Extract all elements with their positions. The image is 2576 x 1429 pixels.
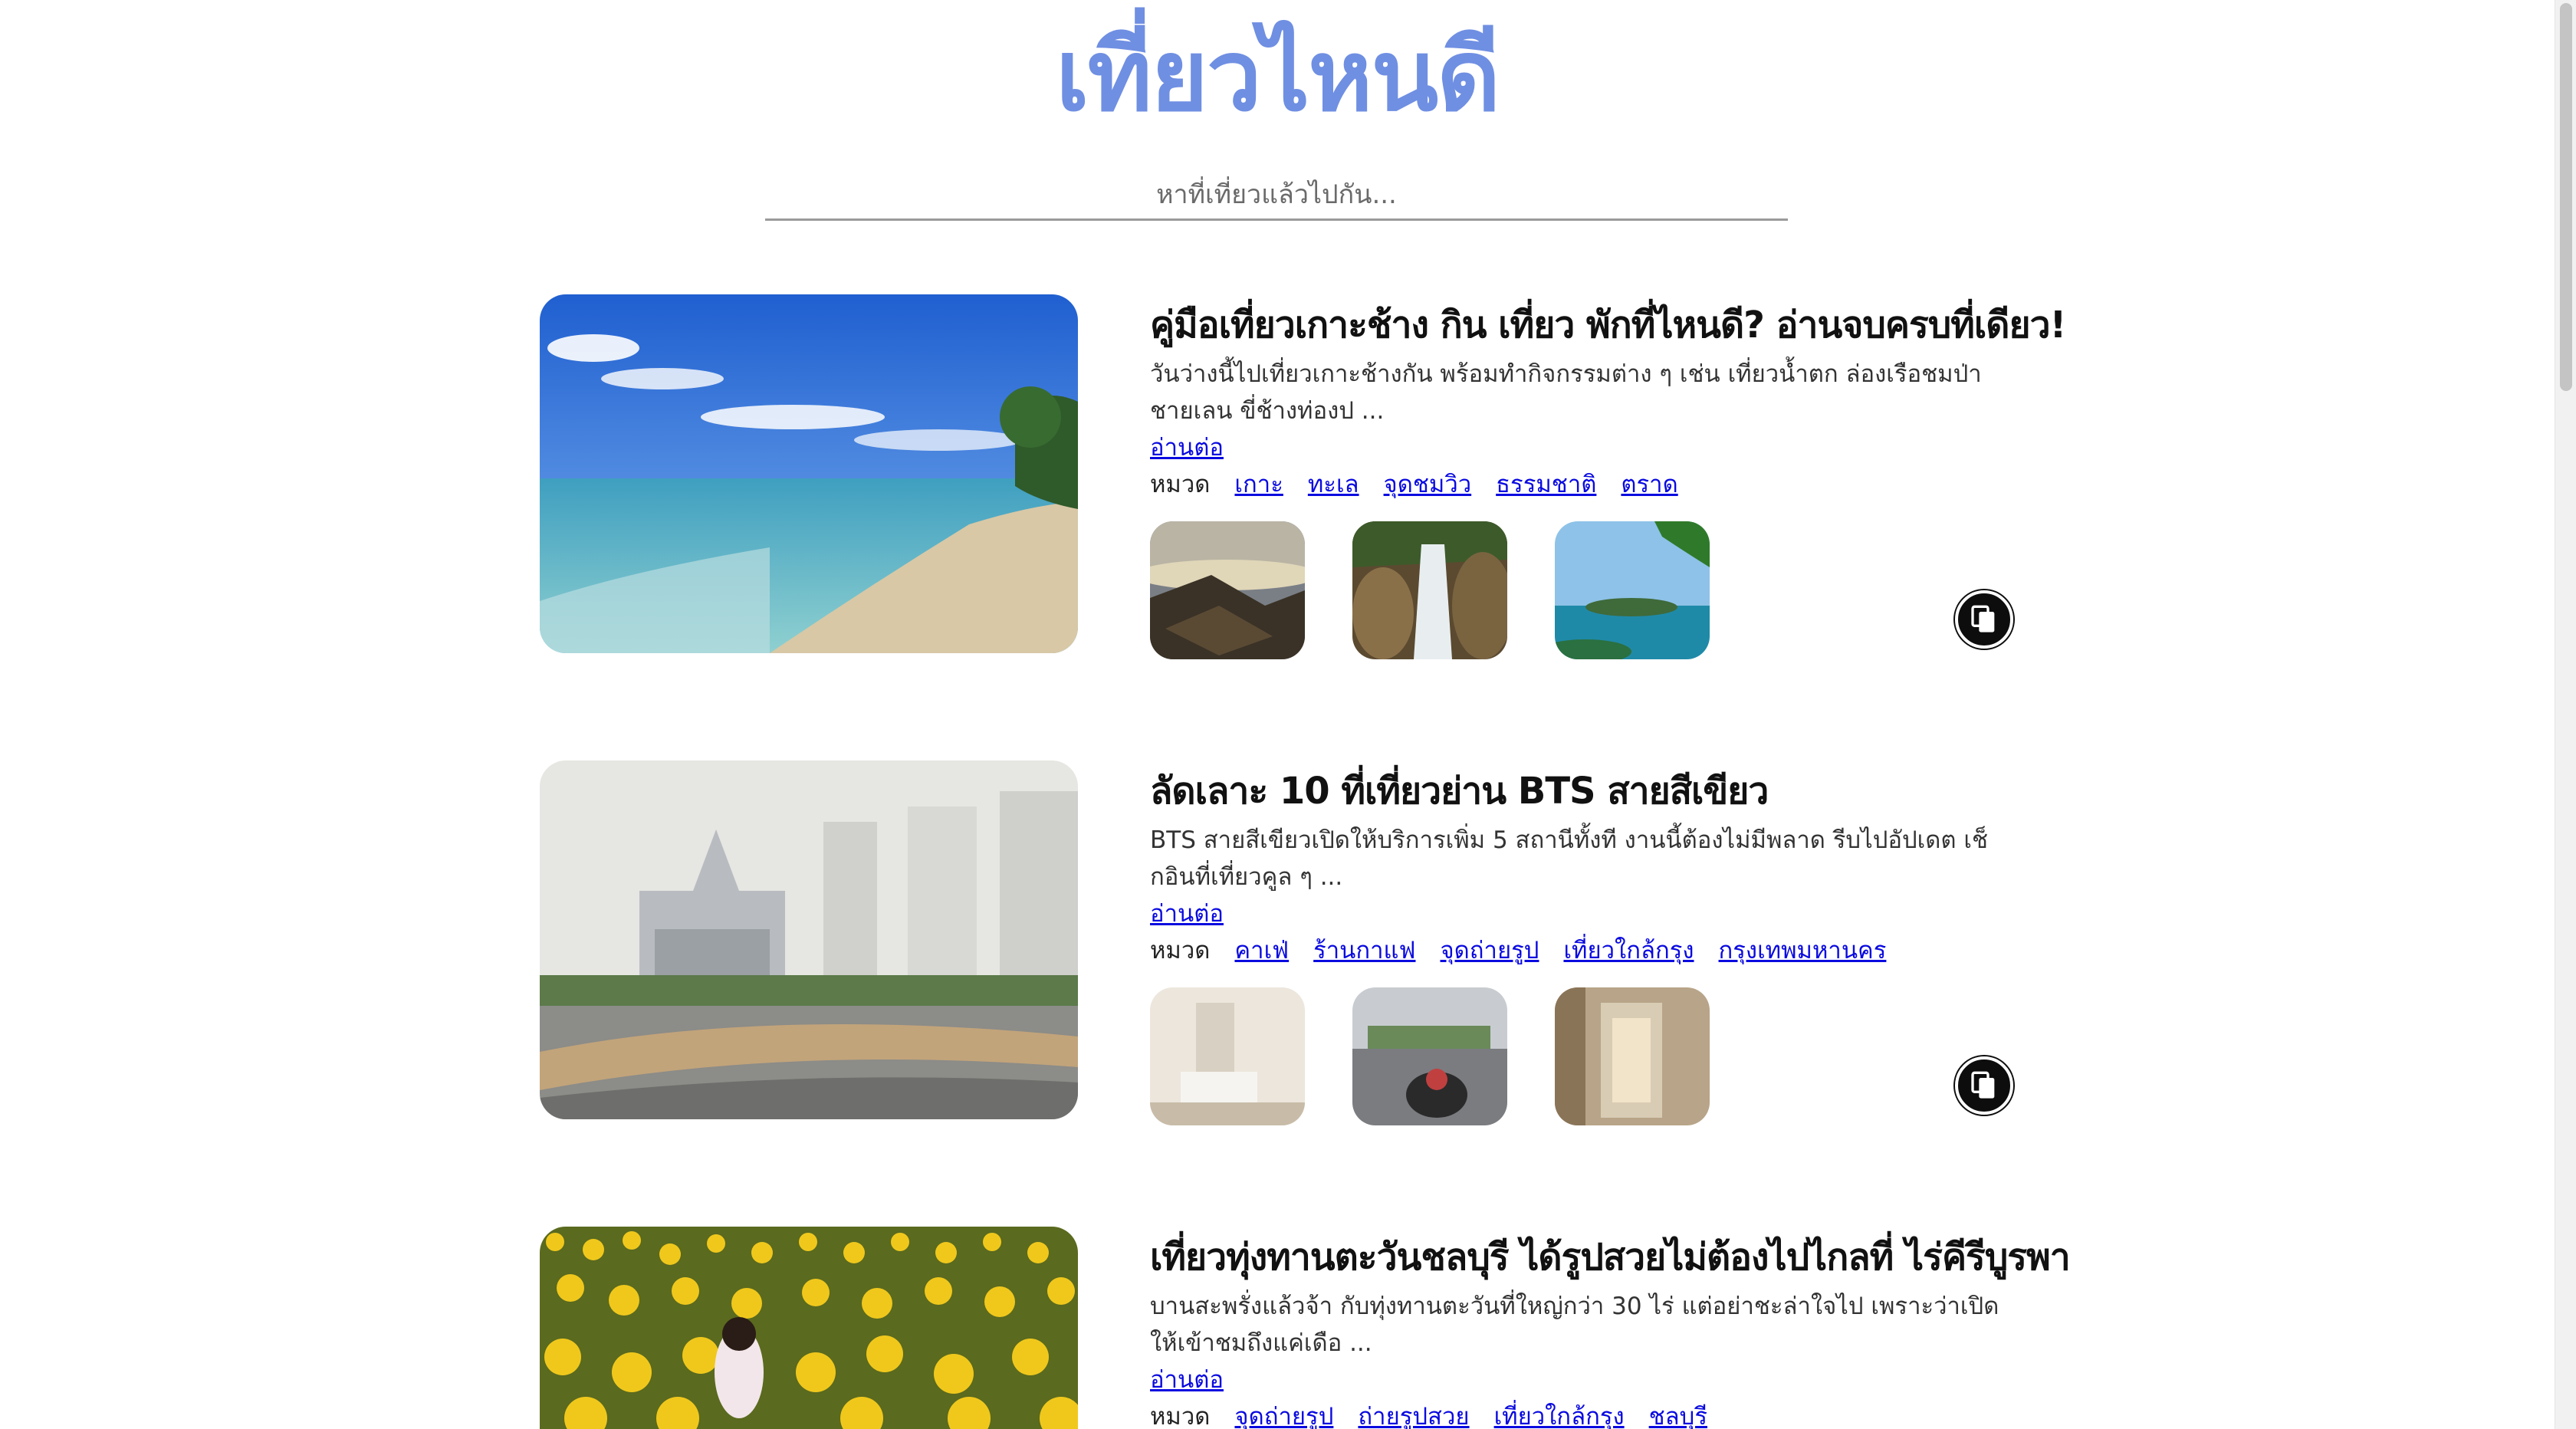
search-bar [765,172,1788,221]
category-link[interactable]: จุดถ่ายรูป [1234,1398,1333,1429]
shopfront-thumbnail[interactable] [1555,987,1710,1125]
search-input[interactable] [765,172,1788,218]
post-title[interactable]: ลัดเลาะ 10 ที่เที่ยวย่าน BTS สายสีเขียว [1150,760,2019,822]
post-body: ลัดเลาะ 10 ที่เที่ยวย่าน BTS สายสีเขียว … [1150,760,2019,1125]
post-description: บานสะพรั่งแล้วจ้า กับทุ่งทานตะวันที่ใหญ่… [1150,1293,1999,1357]
post-card: ลัดเลาะ 10 ที่เที่ยวย่าน BTS สายสีเขียว … [540,760,2019,1128]
category-row: หมวด เกาะ ทะเล จุดชมวิว ธรรมชาติ ตราด [1150,466,2019,503]
category-link[interactable]: กรุงเทพมหานคร [1719,932,1887,969]
read-more-link[interactable]: อ่านต่อ [1150,429,1224,466]
category-link[interactable]: ทะเล [1308,466,1359,503]
resort-thumbnail[interactable] [1150,521,1305,659]
category-label: หมวด [1150,471,1211,498]
castle-image [540,760,1078,1119]
scrollbar[interactable] [2555,0,2576,1429]
category-label: หมวด [1150,937,1211,964]
post-title[interactable]: เที่ยวทุ่งทานตะวันชลบุรี ได้รูปสวยไม่ต้อ… [1150,1227,2071,1288]
category-label: หมวด [1150,1403,1211,1429]
category-link[interactable]: ธรรมชาติ [1496,466,1596,503]
category-link[interactable]: เกาะ [1234,466,1283,503]
post-body: เที่ยวทุ่งทานตะวันชลบุรี ได้รูปสวยไม่ต้อ… [1150,1227,2071,1429]
post-cover-image[interactable] [540,760,1078,1119]
post-description: BTS สายสีเขียวเปิดให้บริการเพิ่ม 5 สถานี… [1150,826,1989,891]
post-title[interactable]: คู่มือเที่ยวเกาะช้าง กิน เที่ยว พักที่ไห… [1150,294,2066,356]
post-body: คู่มือเที่ยวเกาะช้าง กิน เที่ยว พักที่ไห… [1150,294,2066,659]
category-link[interactable]: จุดชมวิว [1384,466,1472,503]
copy-icon [1971,605,1995,632]
category-link[interactable]: เที่ยวใกล้กรุง [1494,1398,1625,1429]
post-card: เที่ยวทุ่งทานตะวันชลบุรี ได้รูปสวยไม่ต้อ… [540,1227,2071,1429]
category-link[interactable]: ร้านกาแฟ [1313,932,1415,969]
site-title: เที่ยวไหนดี [1055,19,1500,133]
post-cover-image[interactable] [540,1227,1078,1429]
cafe-interior-thumbnail[interactable] [1150,987,1305,1125]
scrollbar-thumb[interactable] [2560,3,2572,391]
page: เที่ยวไหนดี หาที่เที่ยวแล้วไปกัน... คู่ม… [0,0,2555,1429]
beach-image [540,294,1078,653]
post-cover-image[interactable] [540,294,1078,653]
copy-button[interactable] [1955,1056,2013,1115]
category-link[interactable]: ถ่ายรูปสวย [1358,1398,1469,1429]
category-link[interactable]: คาเฟ่ [1234,932,1289,969]
post-card: คู่มือเที่ยวเกาะช้าง กิน เที่ยว พักที่ไห… [540,294,2066,662]
category-link[interactable]: จุดถ่ายรูป [1440,932,1539,969]
copy-icon [1971,1071,1995,1099]
copy-button[interactable] [1955,590,2013,649]
waterfall-thumbnail[interactable] [1352,521,1507,659]
island-thumbnail[interactable] [1555,521,1710,659]
category-link[interactable]: ตราด [1621,466,1677,503]
read-more-link[interactable]: อ่านต่อ [1150,1362,1224,1398]
category-row: หมวด จุดถ่ายรูป ถ่ายรูปสวย เที่ยวใกล้กรุ… [1150,1398,2019,1429]
go-kart-thumbnail[interactable] [1352,987,1507,1125]
sunflower-field-image [540,1227,1078,1429]
read-more-link[interactable]: อ่านต่อ [1150,895,1224,932]
category-link[interactable]: ชลบุรี [1649,1398,1707,1429]
post-description: วันว่างนี้ไปเที่ยวเกาะช้างกัน พร้อมทำกิจ… [1150,360,1982,425]
thumbnail-row [1150,987,1757,1125]
category-row: หมวด คาเฟ่ ร้านกาแฟ จุดถ่ายรูป เที่ยวใกล… [1150,932,2019,969]
category-link[interactable]: เที่ยวใกล้กรุง [1563,932,1694,969]
thumbnail-row [1150,521,1757,659]
